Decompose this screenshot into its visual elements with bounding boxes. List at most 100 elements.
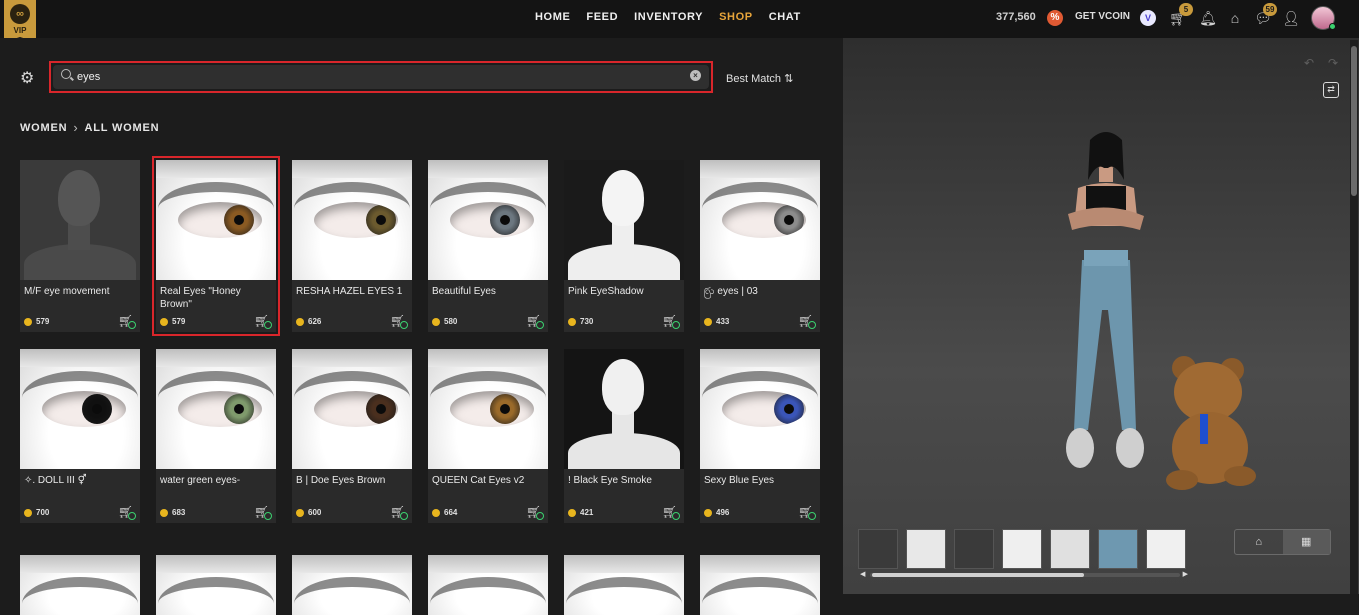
product-name[interactable]: water green eyes- (160, 474, 272, 487)
product-card[interactable] (428, 555, 548, 615)
grid-view-icon[interactable]: ▦ (1282, 530, 1330, 554)
product-name[interactable]: Beautiful Eyes (432, 285, 544, 298)
product-thumbnail[interactable] (20, 349, 140, 469)
nav-chat[interactable]: CHAT (769, 11, 801, 23)
nav-shop[interactable]: SHOP (719, 11, 753, 23)
equipped-item-thumb[interactable] (858, 529, 898, 569)
product-name[interactable]: B | Doe Eyes Brown (296, 474, 408, 487)
product-card[interactable] (156, 555, 276, 615)
nav-feed[interactable]: FEED (586, 11, 618, 23)
equipped-item-thumb[interactable] (1050, 529, 1090, 569)
add-to-cart-icon[interactable]: 🛒︎ (254, 505, 272, 520)
product-name[interactable]: QUEEN Cat Eyes v2 (432, 474, 544, 487)
product-card[interactable]: QUEEN Cat Eyes v2 664 🛒︎ (428, 349, 548, 523)
product-card[interactable] (20, 555, 140, 615)
breadcrumb-women[interactable]: WOMEN (20, 122, 67, 134)
credits-balance: 377,560 (996, 11, 1036, 23)
product-card[interactable] (292, 555, 412, 615)
product-card[interactable]: Pink EyeShadow 730 🛒︎ (564, 160, 684, 332)
product-thumbnail[interactable] (156, 555, 276, 615)
product-price: 664 (432, 508, 457, 517)
clear-search-icon[interactable]: × (690, 70, 701, 81)
product-name[interactable]: ✧. DOLL III ⚥ (24, 474, 136, 487)
add-to-cart-icon[interactable]: 🛒︎ (798, 505, 816, 520)
user-avatar[interactable] (1311, 6, 1336, 30)
product-thumbnail[interactable] (292, 555, 412, 615)
product-thumbnail[interactable] (564, 160, 684, 280)
product-name[interactable]: ꩺ eyes | 03 (704, 285, 816, 298)
hanger-view-icon[interactable]: ⌂ (1235, 530, 1283, 554)
product-thumbnail[interactable] (700, 349, 820, 469)
product-card[interactable]: Real Eyes "Honey Brown" 579 🛒︎ (152, 156, 280, 336)
product-thumbnail[interactable] (428, 160, 548, 280)
product-thumbnail[interactable] (292, 349, 412, 469)
equipped-item-thumb[interactable] (1146, 529, 1186, 569)
product-name[interactable]: RESHA HAZEL EYES 1 (296, 285, 408, 298)
product-card[interactable]: B | Doe Eyes Brown 600 🛒︎ (292, 349, 412, 523)
add-to-cart-icon[interactable]: 🛒︎ (662, 505, 680, 520)
product-card[interactable]: ! Black Eye Smoke 421 🛒︎ (564, 349, 684, 523)
product-card[interactable] (564, 555, 684, 615)
swap-outfit-icon[interactable]: ⇄ (1323, 82, 1339, 98)
add-to-cart-icon[interactable]: 🛒︎ (118, 314, 136, 329)
product-card[interactable]: Sexy Blue Eyes 496 🛒︎ (700, 349, 820, 523)
product-card[interactable]: M/F eye movement 579 🛒︎ (20, 160, 140, 332)
undo-icon[interactable]: ↶ (1304, 56, 1314, 70)
filter-sliders-icon[interactable]: ⚙︎ (20, 68, 36, 88)
equipped-item-thumb[interactable] (954, 529, 994, 569)
friends-icon[interactable]: 👤︎ (1281, 9, 1301, 27)
product-thumbnail[interactable] (20, 555, 140, 615)
product-thumbnail[interactable] (292, 160, 412, 280)
product-card[interactable]: RESHA HAZEL EYES 1 626 🛒︎ (292, 160, 412, 332)
redo-icon[interactable]: ↷ (1328, 56, 1338, 70)
notifications-bell-icon[interactable]: 🔔︎ (1198, 9, 1218, 27)
credit-coin-icon (24, 317, 32, 326)
product-card[interactable]: ꩺ eyes | 03 433 🛒︎ (700, 160, 820, 332)
breadcrumb-all-women[interactable]: ALL WOMEN (85, 122, 160, 134)
add-to-cart-icon[interactable]: 🛒︎ (390, 314, 408, 329)
equipped-item-thumb[interactable] (1098, 529, 1138, 569)
add-to-cart-icon[interactable]: 🛒︎ (526, 505, 544, 520)
product-name[interactable]: Pink EyeShadow (568, 285, 680, 298)
page-scrollbar[interactable] (1350, 40, 1358, 594)
add-to-cart-icon[interactable]: 🛒︎ (254, 314, 272, 329)
product-card[interactable]: ✧. DOLL III ⚥ 700 🛒︎ (20, 349, 140, 523)
scroll-left-icon[interactable]: ◀ (860, 570, 865, 578)
nav-inventory[interactable]: INVENTORY (634, 11, 703, 23)
product-name[interactable]: ! Black Eye Smoke (568, 474, 680, 487)
nav-home[interactable]: HOME (535, 11, 570, 23)
credits-icon[interactable]: % (1047, 10, 1063, 26)
add-to-cart-icon[interactable]: 🛒︎ (390, 505, 408, 520)
product-name[interactable]: M/F eye movement (24, 285, 136, 298)
thumbs-scrollbar[interactable]: ◀ ▶ (860, 570, 1188, 578)
add-to-cart-icon[interactable]: 🛒︎ (118, 505, 136, 520)
product-card[interactable] (700, 555, 820, 615)
sort-dropdown[interactable]: Best Match ⇅ (726, 72, 793, 85)
product-thumbnail[interactable] (156, 160, 276, 280)
equipped-item-thumb[interactable] (1002, 529, 1042, 569)
product-thumbnail[interactable] (564, 349, 684, 469)
product-name[interactable]: Sexy Blue Eyes (704, 474, 816, 487)
product-thumbnail[interactable] (428, 349, 548, 469)
credit-coin-icon (296, 317, 304, 326)
imvu-logo-icon: ∞ (10, 4, 30, 24)
product-card[interactable]: Beautiful Eyes 580 🛒︎ (428, 160, 548, 332)
product-thumbnail[interactable] (156, 349, 276, 469)
product-thumbnail[interactable] (564, 555, 684, 615)
vip-badge[interactable]: ∞ VIP (4, 0, 36, 42)
equipped-item-thumb[interactable] (906, 529, 946, 569)
add-to-cart-icon[interactable]: 🛒︎ (526, 314, 544, 329)
search-input[interactable] (77, 67, 677, 87)
home-icon[interactable]: ⌂ (1225, 9, 1245, 27)
vcoin-icon[interactable]: V (1140, 10, 1156, 26)
product-thumbnail[interactable] (20, 160, 140, 280)
scroll-right-icon[interactable]: ▶ (1183, 570, 1188, 578)
product-card[interactable]: water green eyes- 683 🛒︎ (156, 349, 276, 523)
add-to-cart-icon[interactable]: 🛒︎ (662, 314, 680, 329)
product-thumbnail[interactable] (700, 160, 820, 280)
product-thumbnail[interactable] (428, 555, 548, 615)
get-vcoin-link[interactable]: GET VCOIN (1075, 11, 1130, 22)
product-name[interactable]: Real Eyes "Honey Brown" (160, 285, 272, 311)
product-thumbnail[interactable] (700, 555, 820, 615)
add-to-cart-icon[interactable]: 🛒︎ (798, 314, 816, 329)
